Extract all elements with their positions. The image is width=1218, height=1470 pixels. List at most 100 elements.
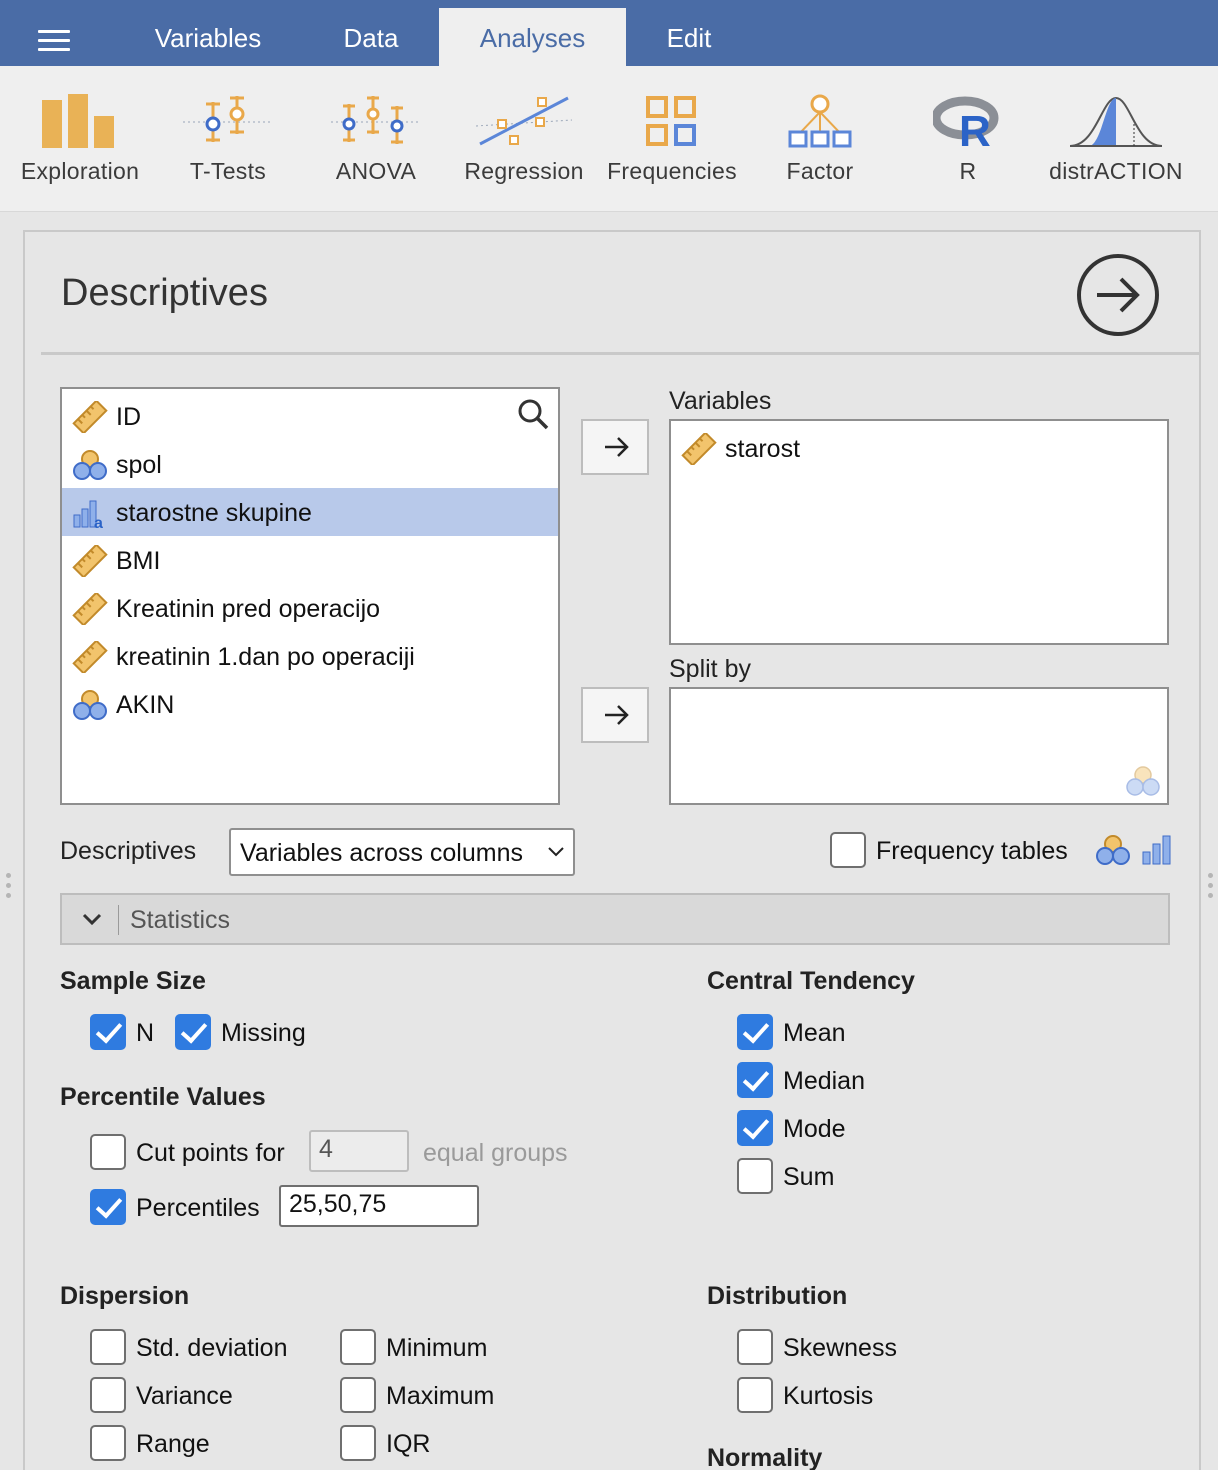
missing-checkbox[interactable] [175,1014,211,1050]
exploration-icon [42,94,114,148]
variable-name: starostne skupine [116,499,312,527]
nominal-placeholder-icon [1126,766,1160,796]
mean-label: Mean [783,1019,846,1047]
page-title: Descriptives [61,272,268,314]
select-value: Variables across columns [240,839,523,867]
range-checkbox[interactable] [90,1425,126,1461]
top-menu-bar: Variables Data Analyses Edit [0,0,1218,66]
percentiles-label: Percentiles [136,1194,260,1222]
source-variable-item[interactable]: BMI [62,536,558,584]
mode-label: Mode [783,1115,846,1143]
arrow-right-icon [605,437,629,457]
percentiles-checkbox[interactable] [90,1189,126,1225]
split-by-label: Split by [669,655,751,683]
iqr-checkbox[interactable] [340,1425,376,1461]
normality-heading: Normality [707,1444,823,1470]
maximum-label: Maximum [386,1382,495,1410]
percentiles-input[interactable]: 25,50,75 [279,1185,479,1227]
missing-label: Missing [221,1019,306,1047]
descriptives-layout-select[interactable]: Variables across columns [229,828,575,876]
tab-data[interactable]: Data [308,8,434,66]
tab-analyses[interactable]: Analyses [439,8,626,66]
left-resize-grip[interactable] [6,873,12,903]
distraction-icon [1069,96,1163,147]
variable-name: kreatinin 1.dan po operaciji [116,643,415,671]
cut-points-label: Cut points for [136,1139,285,1167]
factor-icon [788,94,852,148]
chevron-down-icon [82,913,102,926]
continuous-ruler-icon [681,433,717,465]
nominal-icon [73,690,107,720]
analyses-ribbon: Exploration T-Tests ANOVA Regression Fre… [0,66,1218,212]
source-variable-item[interactable]: ID [62,392,558,440]
std-deviation-checkbox[interactable] [90,1329,126,1365]
svg-text:a: a [94,515,103,529]
chevron-down-icon [548,847,564,857]
variable-name: AKIN [116,691,175,719]
mode-checkbox[interactable] [737,1110,773,1146]
cut-points-checkbox[interactable] [90,1134,126,1170]
variables-target-list[interactable]: starost [669,419,1169,645]
nominal-icon [1096,835,1130,865]
maximum-checkbox[interactable] [340,1377,376,1413]
continuous-icon [72,593,108,625]
variable-name: spol [116,451,162,479]
minimum-checkbox[interactable] [340,1329,376,1365]
title-divider [41,352,1201,355]
variable-name: starost [725,435,801,463]
iqr-label: IQR [386,1430,431,1458]
equal-groups-label: equal groups [423,1139,568,1167]
right-resize-grip[interactable] [1208,873,1214,903]
source-variable-item[interactable]: spol [62,440,558,488]
split-by-target-list[interactable] [669,687,1169,805]
source-variable-item[interactable]: kreatinin 1.dan po operaciji [62,632,558,680]
arrow-right-circle-icon [1097,277,1140,313]
move-to-variables-button[interactable] [581,419,649,475]
continuous-icon [72,401,108,433]
percentile-values-heading: Percentile Values [60,1083,266,1111]
distribution-heading: Distribution [707,1282,848,1310]
variable-name: Kreatinin pred operacijo [116,595,381,623]
tab-edit[interactable]: Edit [634,8,744,66]
sum-checkbox[interactable] [737,1158,773,1194]
skewness-checkbox[interactable] [737,1329,773,1365]
nominal-text-icon: a [73,500,103,529]
skewness-label: Skewness [783,1334,897,1362]
central-tendency-heading: Central Tendency [707,967,915,995]
hamburger-menu-icon[interactable] [38,30,70,52]
minimum-label: Minimum [386,1334,488,1362]
r-icon: R [933,96,999,150]
kurtosis-label: Kurtosis [783,1382,874,1410]
source-variable-item[interactable]: a starostne skupine [62,488,558,536]
move-to-split-by-button[interactable] [581,687,649,743]
mean-checkbox[interactable] [737,1014,773,1050]
svg-text:R: R [959,107,991,150]
run-analysis-button[interactable] [1077,254,1159,336]
variance-checkbox[interactable] [90,1377,126,1413]
app-window: Variables Data Analyses Edit Exploration [0,0,1218,1470]
nominal-icon [73,450,107,480]
header-separator [118,905,119,935]
statistics-section-toggle[interactable]: Statistics [60,893,1170,945]
variable-name: ID [116,403,141,431]
cut-points-input[interactable]: 4 [309,1130,409,1172]
sample-size-heading: Sample Size [60,967,206,995]
source-variable-item[interactable]: Kreatinin pred operacijo [62,584,558,632]
sum-label: Sum [783,1163,835,1191]
frequency-tables-label: Frequency tables [876,837,1068,865]
std-deviation-label: Std. deviation [136,1334,288,1362]
frequencies-icon [646,96,696,146]
variable-name: BMI [116,547,161,575]
kurtosis-checkbox[interactable] [737,1377,773,1413]
n-checkbox[interactable] [90,1014,126,1050]
list-item[interactable]: starost [671,424,1167,472]
median-checkbox[interactable] [737,1062,773,1098]
statistics-section-title: Statistics [130,906,231,934]
ribbon-distraction-button[interactable]: distrACTION [1041,88,1191,198]
tab-variables[interactable]: Variables [128,8,288,66]
variables-label: Variables [669,387,772,415]
source-variable-item[interactable]: AKIN [62,680,558,728]
t-tests-icon [183,96,273,142]
source-variable-list[interactable]: ID spol a starostne skupine BMI Kreatinin pre… [60,387,560,805]
frequency-tables-checkbox[interactable] [830,832,866,868]
